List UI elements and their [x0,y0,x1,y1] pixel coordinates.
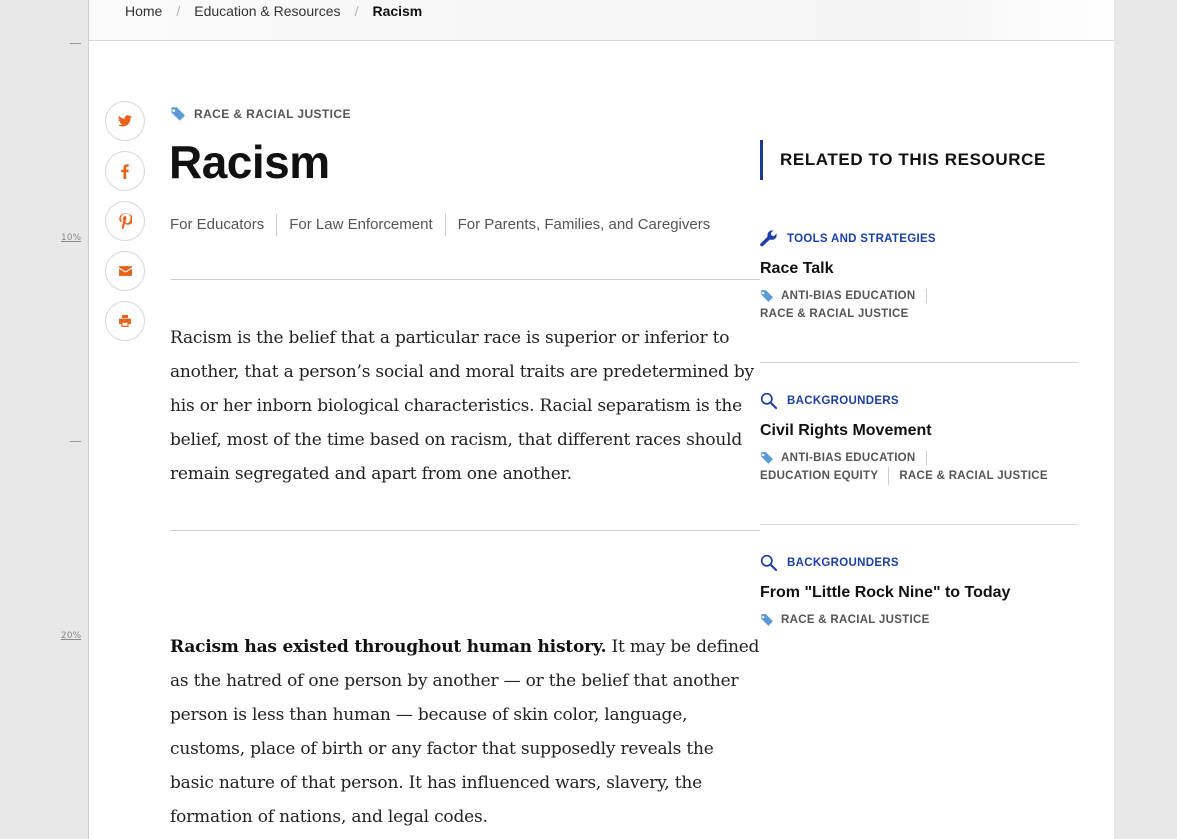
share-pinterest-button[interactable] [105,201,145,241]
topic-tag[interactable]: RACE & RACIAL JUSTICE [170,107,351,121]
resource-type[interactable]: TOOLS AND STRATEGIES [760,230,1078,247]
breadcrumb-bar: Home / Education & Resources / Racism [89,0,1114,41]
wrench-icon [760,230,777,247]
related-card: BACKGROUNDERS From "Little Rock Nine" to… [760,554,1078,629]
gutter-tick [70,441,81,442]
audience-links: For Educators For Law Enforcement For Pa… [170,214,722,236]
resource-type[interactable]: BACKGROUNDERS [760,554,1078,571]
print-icon [119,315,131,327]
share-facebook-button[interactable] [105,151,145,191]
card-tags: ANTI-BIAS EDUCATION EDUCATION EQUITY RAC… [760,449,1060,485]
scroll-marker-10[interactable]: 10% [61,233,81,243]
audience-law-enforcement-link[interactable]: For Law Enforcement [276,214,444,236]
related-card-title[interactable]: From "Little Rock Nine" to Today [760,584,1078,602]
resource-type-label: BACKGROUNDERS [787,394,899,407]
related-heading: RELATED TO THIS RESOURCE [760,140,1046,180]
email-icon [118,266,132,276]
tag-separator [925,451,947,465]
page: Home / Education & Resources / Racism RA… [88,0,1115,839]
related-card: TOOLS AND STRATEGIES Race Talk ANTI-BIAS… [760,230,1078,323]
resource-type-label: TOOLS AND STRATEGIES [787,232,936,245]
facebook-icon [121,163,129,179]
related-card: BACKGROUNDERS Civil Rights Movement ANTI… [760,392,1078,485]
card-tag[interactable]: RACE & RACIAL JUSTICE [888,467,1058,485]
audience-educators-link[interactable]: For Educators [170,214,276,236]
card-tags: RACE & RACIAL JUSTICE [760,611,1060,629]
tag-icon [760,290,773,302]
card-tag[interactable]: ANTI-BIAS EDUCATION [781,449,926,467]
card-tag[interactable]: EDUCATION EQUITY [760,467,888,485]
magnifier-icon [760,392,777,409]
twitter-icon [118,115,132,127]
divider [760,362,1078,363]
print-button[interactable] [105,301,145,341]
audience-parents-link[interactable]: For Parents, Families, and Caregivers [444,214,723,236]
resource-type[interactable]: BACKGROUNDERS [760,392,1078,409]
card-tag[interactable]: ANTI-BIAS EDUCATION [781,287,926,305]
pinterest-icon [118,213,132,229]
breadcrumb-current: Racism [372,3,423,19]
tag-separator [925,289,947,303]
topic-tag-label: RACE & RACIAL JUSTICE [194,107,351,121]
magnifier-icon [760,554,777,571]
right-margin [1114,0,1177,839]
breadcrumb-home[interactable]: Home [125,3,162,19]
breadcrumb-education-resources[interactable]: Education & Resources [194,3,340,19]
breadcrumb: Home / Education & Resources / Racism [125,3,422,19]
tag-icon [760,452,773,464]
divider [760,524,1078,525]
share-twitter-button[interactable] [105,101,145,141]
page-title: Racism [169,136,330,188]
breadcrumb-separator: / [354,3,359,19]
intro-paragraph: Racism is the belief that a particular r… [170,328,754,484]
body-text: It may be defined as the hatred of one p… [170,637,760,827]
card-tag[interactable]: RACE & RACIAL JUSTICE [760,305,919,323]
related-card-title[interactable]: Race Talk [760,260,1078,278]
tag-icon [170,107,185,121]
card-tags: ANTI-BIAS EDUCATION RACE & RACIAL JUSTIC… [760,287,1060,323]
gutter-tick [70,43,81,44]
related-card-title[interactable]: Civil Rights Movement [760,422,1078,440]
breadcrumb-separator: / [176,3,181,19]
left-gutter: 10% 20% [0,0,88,839]
divider [170,530,760,531]
tag-icon [760,614,773,626]
scroll-marker-20[interactable]: 20% [61,631,81,641]
lead-sentence: Racism has existed throughout human hist… [170,637,607,657]
resource-type-label: BACKGROUNDERS [787,556,899,569]
divider [170,279,760,280]
share-email-button[interactable] [105,251,145,291]
body-paragraph: Racism has existed throughout human hist… [170,630,760,834]
card-tag[interactable]: RACE & RACIAL JUSTICE [781,611,940,629]
